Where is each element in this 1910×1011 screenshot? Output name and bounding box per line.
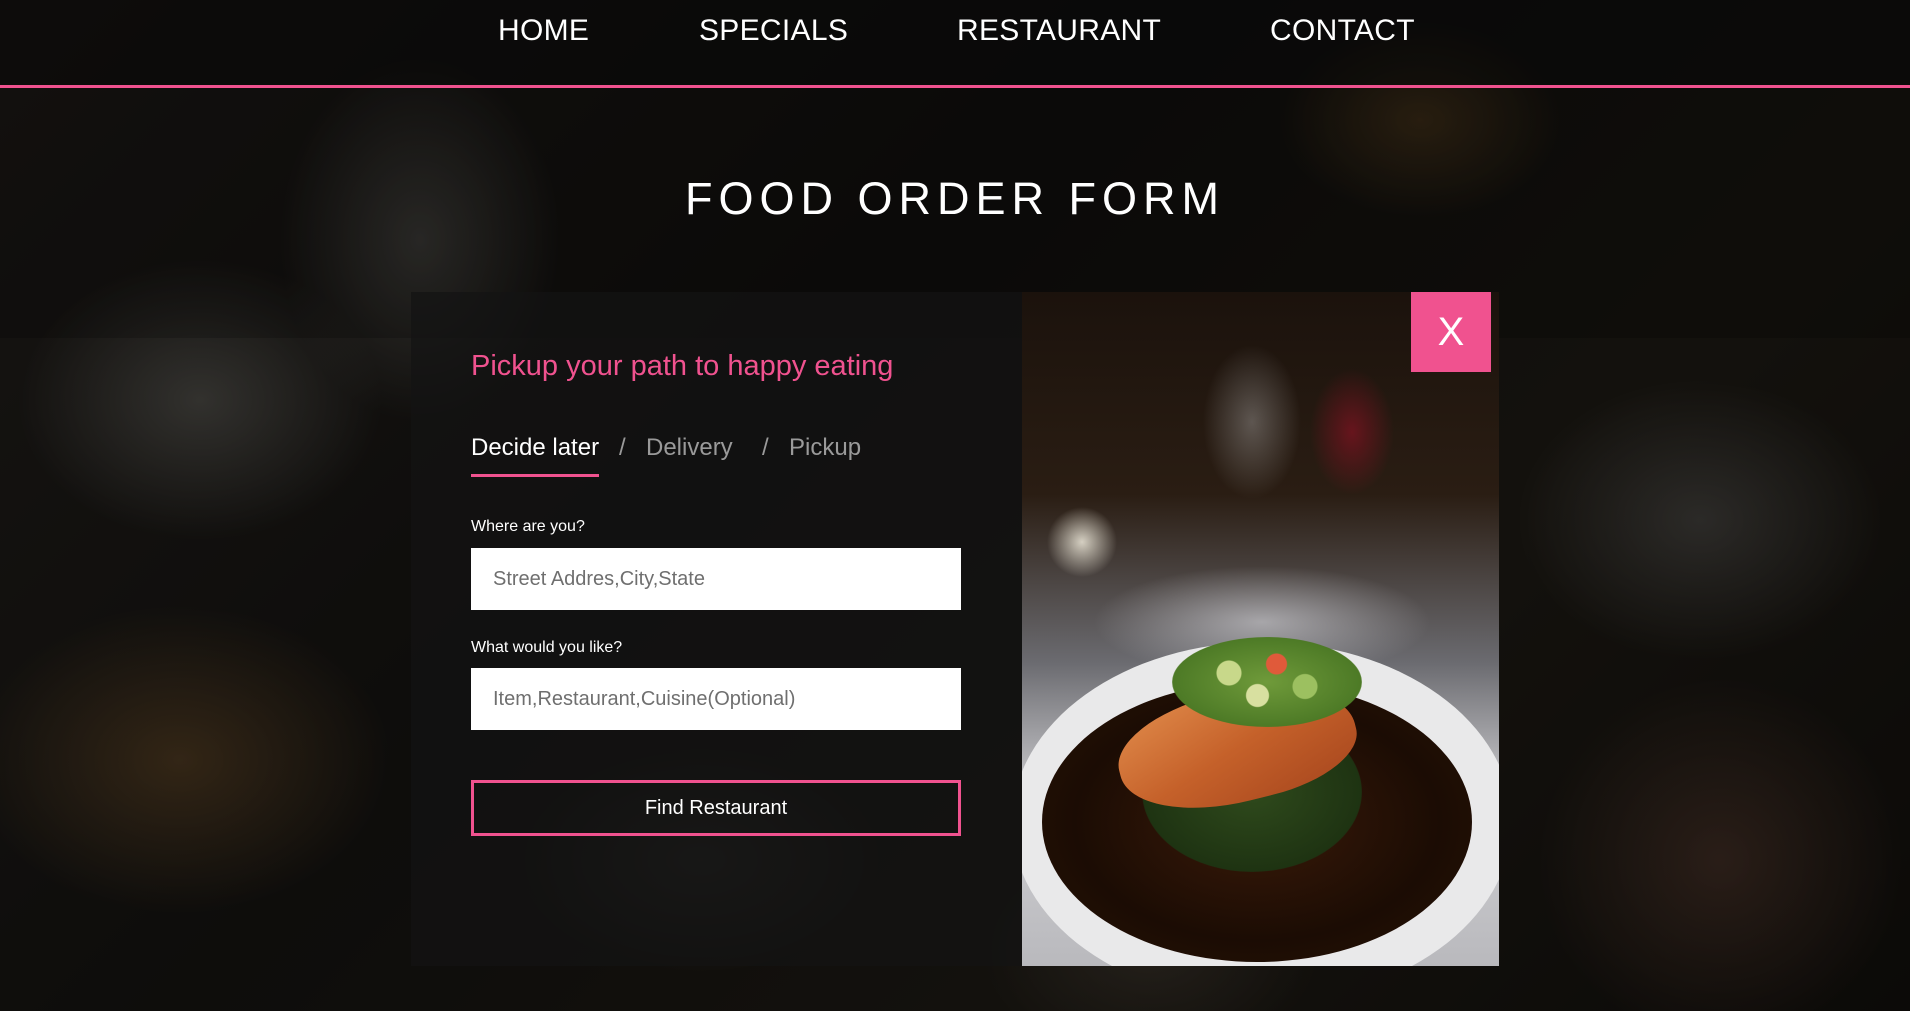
nav-item-home[interactable]: HOME [498, 14, 589, 48]
tab-separator: / [619, 434, 626, 461]
form-heading: Pickup your path to happy eating [471, 350, 894, 382]
tab-separator: / [762, 434, 769, 461]
vegetable-topping-shape [1172, 637, 1362, 727]
item-label: What would you like? [471, 639, 623, 656]
location-input[interactable] [471, 548, 961, 610]
nav-item-contact[interactable]: CONTACT [1270, 14, 1415, 48]
nav-item-specials[interactable]: SPECIALS [699, 14, 848, 48]
nav-item-restaurant[interactable]: RESTAURANT [957, 14, 1161, 48]
find-restaurant-button[interactable]: Find Restaurant [471, 780, 961, 836]
active-tab-indicator [471, 474, 599, 477]
top-navbar: HOME SPECIALS RESTAURANT CONTACT [0, 0, 1910, 88]
item-input[interactable] [471, 668, 961, 730]
order-form-panel: Pickup your path to happy eating Decide … [411, 292, 1022, 966]
tab-decide-later[interactable]: Decide later [471, 434, 599, 462]
page-title: FOOD ORDER FORM [685, 173, 1225, 224]
page: HOME SPECIALS RESTAURANT CONTACT FOOD OR… [0, 0, 1910, 1011]
tab-delivery[interactable]: Delivery [646, 434, 733, 462]
salmon-dish-image [1022, 292, 1499, 966]
tab-pickup[interactable]: Pickup [789, 434, 861, 462]
close-button[interactable]: X [1411, 292, 1491, 372]
location-label: Where are you? [471, 518, 585, 535]
